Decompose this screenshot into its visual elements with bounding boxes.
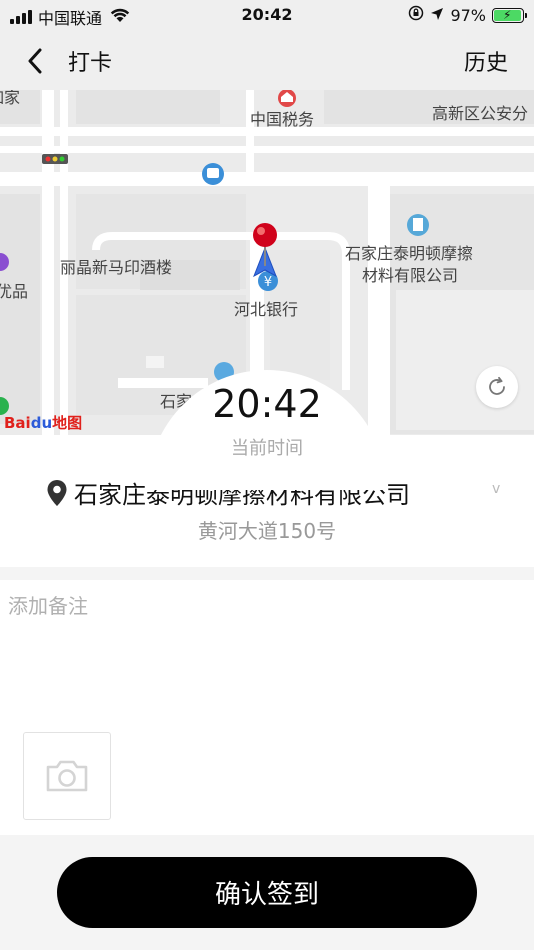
- camera-icon: [46, 760, 88, 792]
- status-bar: 中国联通 20:42 97% ⚡: [0, 0, 534, 32]
- confirm-checkin-button[interactable]: 确认签到: [57, 857, 477, 928]
- battery-percent: 97%: [450, 5, 486, 25]
- location-address: 黄河大道150号: [197, 519, 337, 543]
- map-label-company-line2: 材料有限公司: [362, 266, 459, 285]
- svg-text:¥: ¥: [264, 275, 272, 290]
- location-arrow-icon: [430, 6, 444, 25]
- map-label-company-line1: 石家庄泰明顿摩擦: [345, 244, 474, 263]
- battery-charging-icon: ⚡: [492, 7, 527, 23]
- map-label-bank: 河北银行: [234, 300, 299, 319]
- nav-bar: 打卡 历史: [0, 32, 534, 90]
- map-label-hotel: 丽晶新马印酒楼: [60, 258, 173, 277]
- chevron-left-icon: [28, 48, 42, 74]
- add-photo-button[interactable]: [23, 732, 111, 820]
- map-label-partial-top-left: 如家: [0, 90, 21, 107]
- note-input[interactable]: [8, 586, 508, 626]
- back-button[interactable]: [18, 44, 52, 78]
- current-time-caption: 当前时间: [231, 438, 303, 459]
- current-time: 20:42: [212, 382, 322, 426]
- location-pin-icon: [47, 479, 67, 506]
- page-title: 打卡: [68, 51, 113, 76]
- map-label-tax: 中国税务: [250, 110, 315, 129]
- note-area: [0, 580, 534, 835]
- status-right: 97% ⚡: [408, 5, 527, 25]
- orientation-lock-icon: [408, 5, 424, 25]
- history-button[interactable]: 历史: [464, 45, 508, 77]
- chevron-down-icon[interactable]: v: [492, 481, 500, 497]
- map-label-partial-left: 优品: [0, 282, 29, 301]
- map-label-police: 高新区公安分: [432, 104, 529, 123]
